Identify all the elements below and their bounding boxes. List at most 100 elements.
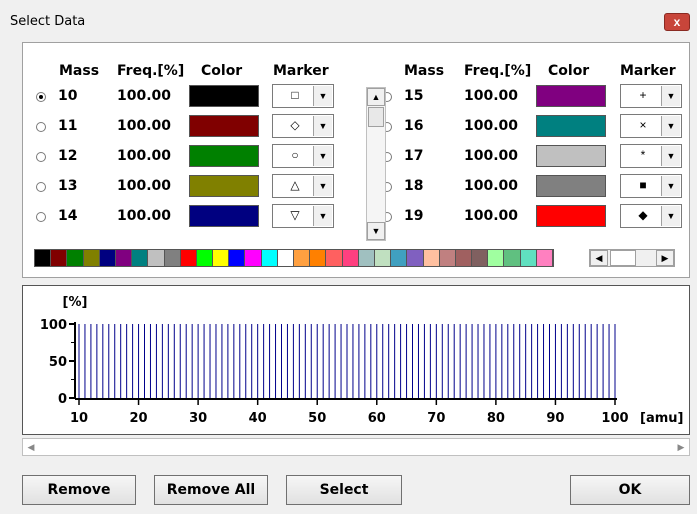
select-button[interactable]: Select bbox=[286, 475, 402, 505]
chevron-down-icon[interactable]: ▼ bbox=[661, 146, 680, 166]
chart-svg: 0 50 100 10 20 30 40 50 60 70 80 90 100 [%] [amu] bbox=[40, 295, 684, 426]
color-swatch[interactable] bbox=[536, 145, 606, 167]
freq-value: 100.00 bbox=[117, 118, 172, 134]
mass-list-scrollbar[interactable]: ▲ ▼ bbox=[366, 87, 386, 241]
palette-color[interactable] bbox=[407, 250, 424, 266]
mass-radio-14[interactable] bbox=[36, 212, 46, 222]
chevron-down-icon[interactable]: ▼ bbox=[661, 206, 680, 226]
color-swatch[interactable] bbox=[536, 175, 606, 197]
palette-color[interactable] bbox=[277, 250, 294, 266]
chevron-down-icon[interactable]: ▼ bbox=[313, 86, 332, 106]
marker-select[interactable]: × ▼ bbox=[620, 114, 682, 138]
marker-select[interactable]: △ ▼ bbox=[272, 174, 334, 198]
palette-color[interactable] bbox=[196, 250, 214, 266]
palette-color[interactable] bbox=[99, 250, 116, 266]
x-tick-label: 80 bbox=[487, 411, 505, 426]
color-swatch[interactable] bbox=[189, 205, 259, 227]
color-swatch[interactable] bbox=[189, 175, 259, 197]
header-marker-left: Marker bbox=[273, 63, 329, 79]
scroll-thumb[interactable] bbox=[368, 107, 384, 127]
marker-symbol-icon: ▽ bbox=[290, 208, 300, 222]
chevron-down-icon[interactable]: ▼ bbox=[313, 206, 332, 226]
mass-radio-13[interactable] bbox=[36, 182, 46, 192]
x-axis-label: [amu] bbox=[640, 411, 683, 426]
chevron-down-icon[interactable]: ▼ bbox=[661, 86, 680, 106]
palette-color[interactable] bbox=[35, 250, 52, 266]
chevron-down-icon[interactable]: ▼ bbox=[661, 176, 680, 196]
mass-value: 11 bbox=[58, 118, 78, 134]
marker-select[interactable]: ◆ ▼ bbox=[620, 204, 682, 228]
palette-color[interactable] bbox=[245, 250, 262, 266]
freq-value: 100.00 bbox=[464, 118, 519, 134]
palette-color[interactable] bbox=[488, 250, 505, 266]
mass-radio-11[interactable] bbox=[36, 122, 46, 132]
palette-scrollbar[interactable]: ◀ ▶ bbox=[589, 249, 675, 267]
chart-scroll-left-icon[interactable]: ◀ bbox=[23, 439, 39, 455]
palette-color[interactable] bbox=[391, 250, 408, 266]
palette-color[interactable] bbox=[67, 250, 84, 266]
ok-button[interactable]: OK bbox=[570, 475, 690, 505]
mass-radio-12[interactable] bbox=[36, 152, 46, 162]
palette-color[interactable] bbox=[455, 250, 473, 266]
palette-color[interactable] bbox=[536, 250, 553, 266]
palette-color[interactable] bbox=[423, 250, 440, 266]
marker-select[interactable]: ◇ ▼ bbox=[272, 114, 334, 138]
palette-color[interactable] bbox=[164, 250, 181, 266]
marker-select[interactable]: ▽ ▼ bbox=[272, 204, 334, 228]
palette-color[interactable] bbox=[294, 250, 311, 266]
marker-select[interactable]: ■ ▼ bbox=[620, 174, 682, 198]
palette-color[interactable] bbox=[520, 250, 537, 266]
x-tick-label: 70 bbox=[427, 411, 445, 426]
close-button[interactable]: x bbox=[664, 13, 690, 31]
palette-color[interactable] bbox=[51, 250, 68, 266]
palette-color[interactable] bbox=[180, 250, 197, 266]
palette-color[interactable] bbox=[310, 250, 327, 266]
mass-value: 19 bbox=[404, 208, 424, 224]
palette-scroll-thumb[interactable] bbox=[610, 250, 636, 266]
chevron-down-icon[interactable]: ▼ bbox=[313, 176, 332, 196]
palette-color[interactable] bbox=[148, 250, 165, 266]
marker-select[interactable]: ○ ▼ bbox=[272, 144, 334, 168]
color-swatch[interactable] bbox=[189, 115, 259, 137]
palette-color[interactable] bbox=[229, 250, 246, 266]
palette-color[interactable] bbox=[374, 250, 392, 266]
palette-color[interactable] bbox=[83, 250, 100, 266]
mass-radio-10[interactable] bbox=[36, 92, 46, 102]
palette-color[interactable] bbox=[358, 250, 375, 266]
chart-scroll-right-icon[interactable]: ▶ bbox=[673, 439, 689, 455]
palette-color[interactable] bbox=[439, 250, 456, 266]
chevron-down-icon[interactable]: ▼ bbox=[661, 116, 680, 136]
palette-color[interactable] bbox=[342, 250, 359, 266]
marker-symbol-icon: ■ bbox=[639, 178, 647, 192]
scroll-up-arrow-icon[interactable]: ▲ bbox=[367, 88, 385, 106]
marker-select[interactable]: + ▼ bbox=[620, 84, 682, 108]
palette-color[interactable] bbox=[504, 250, 521, 266]
scroll-right-arrow-icon[interactable]: ▶ bbox=[656, 250, 674, 266]
palette-color[interactable] bbox=[261, 250, 278, 266]
chevron-down-icon[interactable]: ▼ bbox=[313, 116, 332, 136]
marker-select[interactable]: □ ▼ bbox=[272, 84, 334, 108]
header-color-left: Color bbox=[201, 63, 243, 79]
color-swatch[interactable] bbox=[536, 85, 606, 107]
chart-horizontal-scrollbar[interactable]: ◀ ▶ bbox=[22, 438, 690, 456]
palette-color[interactable] bbox=[115, 250, 133, 266]
palette-color[interactable] bbox=[132, 250, 149, 266]
color-swatch[interactable] bbox=[189, 145, 259, 167]
header-mass-left: Mass bbox=[59, 63, 100, 79]
remove-button[interactable]: Remove bbox=[22, 475, 136, 505]
palette-color[interactable] bbox=[213, 250, 230, 266]
palette-color[interactable] bbox=[472, 250, 489, 266]
scroll-down-arrow-icon[interactable]: ▼ bbox=[367, 222, 385, 240]
color-swatch[interactable] bbox=[536, 115, 606, 137]
chevron-down-icon[interactable]: ▼ bbox=[313, 146, 332, 166]
marker-select[interactable]: * ▼ bbox=[620, 144, 682, 168]
marker-symbol-icon: ○ bbox=[291, 148, 299, 162]
mass-value: 18 bbox=[404, 178, 424, 194]
remove-all-button[interactable]: Remove All bbox=[154, 475, 268, 505]
scroll-left-arrow-icon[interactable]: ◀ bbox=[590, 250, 608, 266]
palette-color[interactable] bbox=[326, 250, 343, 266]
color-swatch[interactable] bbox=[189, 85, 259, 107]
marker-symbol-icon: □ bbox=[291, 88, 299, 102]
color-swatch[interactable] bbox=[536, 205, 606, 227]
freq-value: 100.00 bbox=[464, 148, 519, 164]
